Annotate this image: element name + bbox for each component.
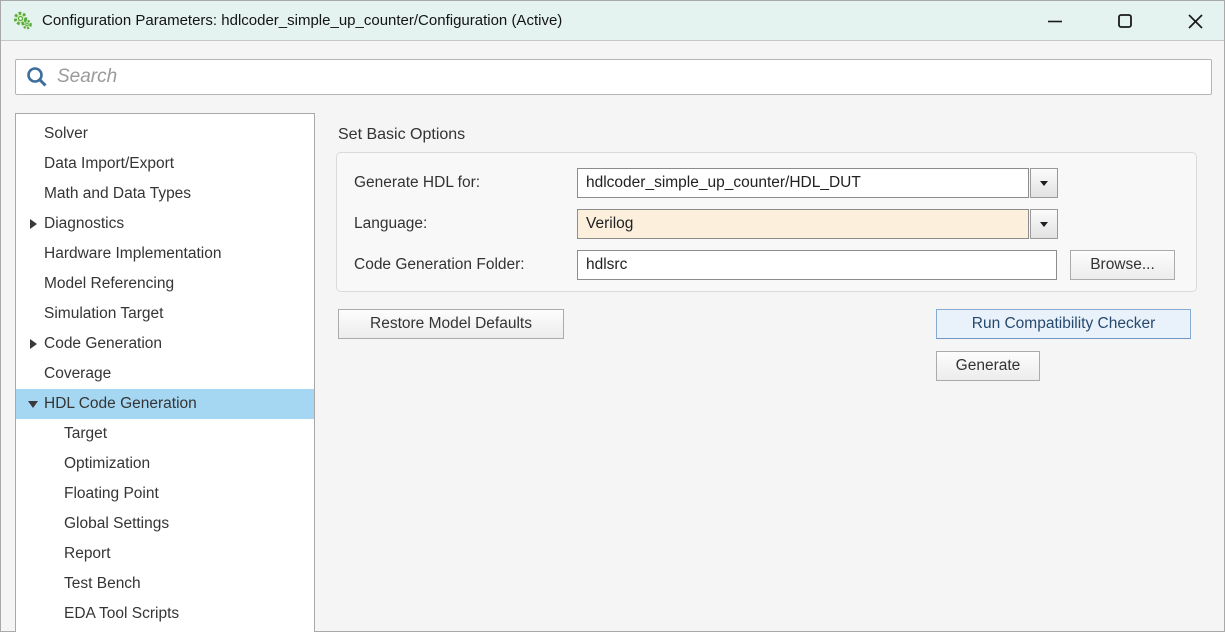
- sidebar-tree: Solver Data Import/Export Math and Data …: [15, 113, 315, 632]
- sidebar-item-label: Report: [64, 545, 111, 562]
- sidebar-item-label: Data Import/Export: [44, 155, 174, 172]
- sidebar-item-label: Coverage: [44, 365, 111, 382]
- minimize-button[interactable]: [1036, 6, 1074, 36]
- generate-hdl-for-row: Generate HDL for: hdlcoder_simple_up_cou…: [337, 168, 1196, 198]
- sidebar-item-coverage[interactable]: Coverage: [16, 359, 314, 389]
- code-generation-folder-row: Code Generation Folder: Browse...: [337, 250, 1196, 280]
- sidebar-item-simulation-target[interactable]: Simulation Target: [16, 299, 314, 329]
- sidebar-item-floating-point[interactable]: Floating Point: [16, 479, 314, 509]
- configuration-parameters-window: Configuration Parameters: hdlcoder_simpl…: [0, 0, 1225, 632]
- language-combobox[interactable]: Verilog: [577, 209, 1058, 239]
- code-generation-folder-input[interactable]: [577, 250, 1057, 280]
- sidebar-item-label: Optimization: [64, 455, 150, 472]
- code-generation-folder-label: Code Generation Folder:: [354, 250, 525, 280]
- sidebar-item-label: Model Referencing: [44, 275, 174, 292]
- sidebar-item-data-import-export[interactable]: Data Import/Export: [16, 149, 314, 179]
- sidebar-item-label: Simulation Target: [44, 305, 163, 322]
- gears-icon: [12, 10, 34, 32]
- search-input[interactable]: [49, 61, 1211, 93]
- sidebar-item-diagnostics[interactable]: Diagnostics: [16, 209, 314, 239]
- chevron-right-icon[interactable]: [25, 209, 41, 239]
- dropdown-arrow-icon: [1040, 181, 1048, 186]
- sidebar-item-math-and-data-types[interactable]: Math and Data Types: [16, 179, 314, 209]
- generate-hdl-for-combobox[interactable]: hdlcoder_simple_up_counter/HDL_DUT: [577, 168, 1058, 198]
- window-title: Configuration Parameters: hdlcoder_simpl…: [42, 12, 562, 29]
- sidebar-item-code-generation[interactable]: Code Generation: [16, 329, 314, 359]
- sidebar-item-solver[interactable]: Solver: [16, 119, 314, 149]
- sidebar-item-label: Floating Point: [64, 485, 159, 502]
- sidebar-item-label: HDL Code Generation: [44, 395, 197, 412]
- close-icon: [1187, 13, 1204, 30]
- search-icon: [25, 65, 49, 89]
- language-row: Language: Verilog: [337, 209, 1196, 239]
- close-button[interactable]: [1176, 6, 1214, 36]
- sidebar-item-label: Global Settings: [64, 515, 169, 532]
- sidebar-item-label: Solver: [44, 125, 88, 142]
- generate-hdl-for-label: Generate HDL for:: [354, 168, 480, 198]
- window-controls: [1036, 1, 1214, 41]
- restore-model-defaults-button[interactable]: Restore Model Defaults: [338, 309, 564, 339]
- language-value[interactable]: Verilog: [577, 209, 1029, 239]
- sidebar-item-label: Code Generation: [44, 335, 162, 352]
- language-label: Language:: [354, 209, 427, 239]
- sidebar-item-label: Diagnostics: [44, 215, 124, 232]
- run-compatibility-checker-button[interactable]: Run Compatibility Checker: [936, 309, 1191, 339]
- sidebar-item-model-referencing[interactable]: Model Referencing: [16, 269, 314, 299]
- minimize-icon: [1047, 13, 1063, 29]
- maximize-icon: [1117, 13, 1133, 29]
- browse-button[interactable]: Browse...: [1070, 250, 1175, 280]
- search-box[interactable]: [15, 59, 1212, 95]
- maximize-button[interactable]: [1106, 6, 1144, 36]
- language-dropdown-button[interactable]: [1030, 209, 1058, 239]
- sidebar-item-report[interactable]: Report: [16, 539, 314, 569]
- sidebar-item-label: Test Bench: [64, 575, 141, 592]
- sidebar-item-target[interactable]: Target: [16, 419, 314, 449]
- section-title: Set Basic Options: [338, 126, 465, 144]
- chevron-down-icon[interactable]: [25, 389, 41, 419]
- generate-hdl-for-value[interactable]: hdlcoder_simple_up_counter/HDL_DUT: [577, 168, 1029, 198]
- sidebar-item-label: Target: [64, 425, 107, 442]
- title-bar: Configuration Parameters: hdlcoder_simpl…: [1, 1, 1224, 41]
- basic-options-groupbox: Generate HDL for: hdlcoder_simple_up_cou…: [336, 152, 1197, 292]
- sidebar-item-hardware-implementation[interactable]: Hardware Implementation: [16, 239, 314, 269]
- sidebar-item-eda-tool-scripts[interactable]: EDA Tool Scripts: [16, 599, 314, 629]
- sidebar-item-label: Math and Data Types: [44, 185, 191, 202]
- chevron-right-icon[interactable]: [25, 329, 41, 359]
- generate-button[interactable]: Generate: [936, 351, 1040, 381]
- sidebar-item-label: Hardware Implementation: [44, 245, 221, 262]
- sidebar-item-optimization[interactable]: Optimization: [16, 449, 314, 479]
- sidebar-item-label: EDA Tool Scripts: [64, 605, 179, 622]
- dropdown-arrow-icon: [1040, 222, 1048, 227]
- sidebar-item-global-settings[interactable]: Global Settings: [16, 509, 314, 539]
- generate-hdl-for-dropdown-button[interactable]: [1030, 168, 1058, 198]
- sidebar-item-hdl-code-generation[interactable]: HDL Code Generation: [16, 389, 314, 419]
- sidebar-item-test-bench[interactable]: Test Bench: [16, 569, 314, 599]
